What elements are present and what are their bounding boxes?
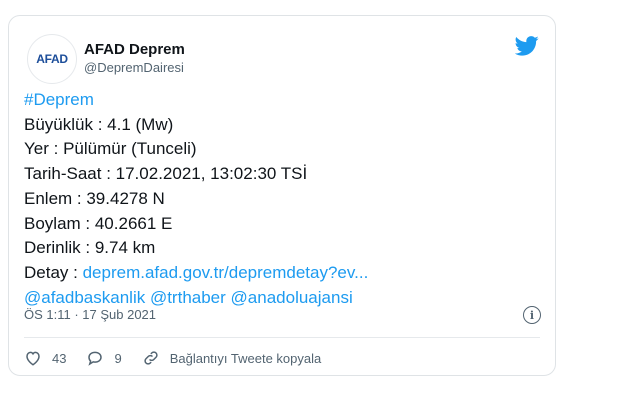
divider [24,337,540,338]
like-button[interactable]: 43 [24,349,66,367]
avatar[interactable]: AFAD [27,34,77,84]
detail-link[interactable]: deprem.afad.gov.tr/depremdetay?ev... [83,263,369,282]
hashtag-link[interactable]: #Deprem [24,90,94,109]
afad-logo-text: AFAD [36,52,68,66]
mention-link[interactable]: @anadoluajansi [231,288,353,307]
longitude-line: Boylam : 40.2661 E [24,213,173,233]
magnitude-line: Büyüklük : 4.1 (Mw) [24,114,174,134]
display-name[interactable]: AFAD Deprem [84,41,185,58]
info-icon[interactable]: i [523,306,541,324]
tweet-text: #Deprem Büyüklük : 4.1 (Mw) Yer : Pülümü… [24,88,368,310]
user-handle[interactable]: @DepremDairesi [84,60,184,75]
action-bar: 43 9 Bağlantıyı Tweete kopyala [24,347,341,369]
depth-line: Derinlik : 9.74 km [24,238,156,258]
location-line: Yer : Pülümür (Tunceli) [24,139,197,159]
tweet-timestamp[interactable]: ÖS 1:11 · 17 Şub 2021 [24,307,156,322]
copy-link-label: Bağlantıyı Tweete kopyala [169,350,322,366]
like-count: 43 [52,350,67,366]
link-icon [144,351,158,365]
twitter-bird-icon[interactable] [515,36,539,56]
latitude-line: Enlem : 39.4278 N [24,188,165,208]
mention-link[interactable]: @afadbaskanlik [24,288,145,307]
reply-count: 9 [114,350,122,366]
tweet-card[interactable]: AFAD AFAD Deprem @DepremDairesi #Deprem … [8,15,556,376]
reply-button[interactable]: 9 [86,349,122,367]
mention-link[interactable]: @trthaber [150,288,226,307]
datetime-line: Tarih-Saat : 17.02.2021, 13:02:30 TSİ [24,164,308,184]
detail-label: Detay : [24,262,83,282]
reply-icon [88,351,103,366]
heart-icon [26,351,40,366]
copy-link-button[interactable]: Bağlantıyı Tweete kopyala [142,349,322,367]
